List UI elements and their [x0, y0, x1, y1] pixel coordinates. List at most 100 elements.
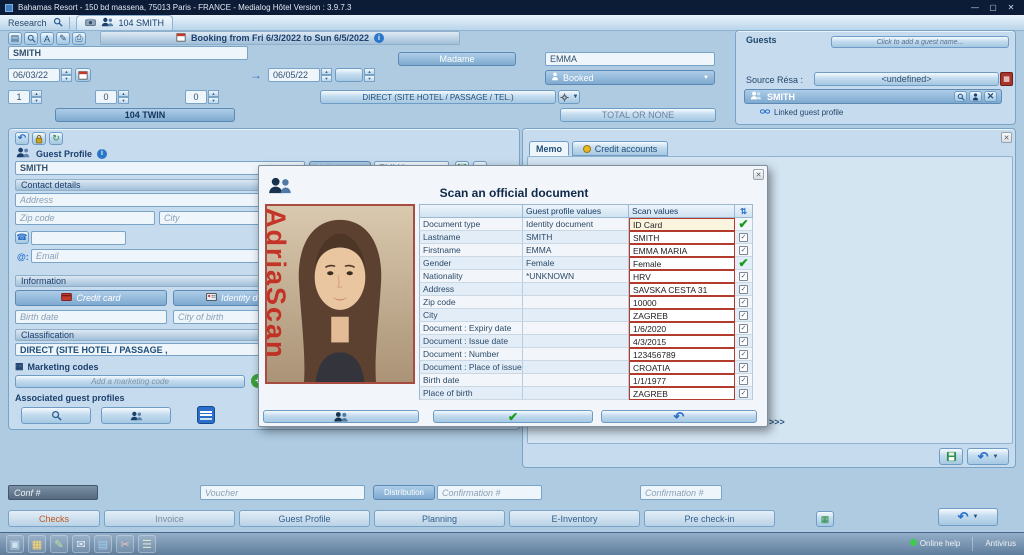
tab-memo[interactable]: Memo: [529, 141, 569, 156]
letter-button[interactable]: A: [40, 32, 54, 45]
adults-stepper[interactable]: ▲ ▼: [31, 90, 42, 104]
window-icon[interactable]: ▣: [6, 535, 24, 553]
add-guest-button[interactable]: Click to add a guest name...: [831, 36, 1009, 48]
accept-button[interactable]: ✔: [433, 410, 593, 423]
cancel-button[interactable]: ↶: [601, 410, 757, 423]
info-icon[interactable]: i: [374, 33, 385, 43]
scan-accept-toggle[interactable]: ✓: [735, 322, 753, 335]
notes-icon[interactable]: ✎: [50, 535, 68, 553]
confirmation-field[interactable]: Confirmation #: [437, 485, 542, 500]
children-stepper[interactable]: ▲ ▼: [118, 90, 129, 104]
calendar-icon[interactable]: ▦: [28, 535, 46, 553]
email-field[interactable]: Email: [31, 249, 259, 263]
booking-lastname-field[interactable]: SMITH: [8, 46, 248, 60]
children-field[interactable]: 0: [95, 90, 117, 104]
arrival-time-field[interactable]: [335, 68, 363, 82]
scan-accept-toggle[interactable]: ✓: [735, 270, 753, 283]
firstname-field[interactable]: EMMA: [545, 52, 715, 66]
nav-tab-e-inventory[interactable]: E-Inventory: [509, 510, 640, 527]
departure-date-field[interactable]: 06/05/22: [268, 68, 320, 82]
tab-credit-accounts[interactable]: Credit accounts: [572, 141, 668, 156]
antivirus-item[interactable]: Antivirus: [985, 539, 1016, 548]
refresh-button[interactable]: ↻: [49, 132, 63, 145]
online-help-item[interactable]: Online help: [909, 539, 960, 548]
scan-value-cell[interactable]: EMMA MARIA: [629, 244, 735, 257]
print-button[interactable]: ⎙: [72, 32, 86, 45]
rate-code-button[interactable]: DIRECT (SITE HOTEL / PASSAGE / TEL.): [320, 90, 556, 104]
source-resa-dropdown[interactable]: <undefined>: [814, 72, 999, 86]
memo-save-button[interactable]: [939, 448, 963, 465]
nav-tab-checks[interactable]: Checks: [8, 510, 100, 527]
distribution-button[interactable]: Distribution: [373, 485, 435, 500]
guest-profile-button[interactable]: [969, 91, 982, 102]
maximize-button[interactable]: ▢: [984, 2, 1002, 13]
scan-value-cell[interactable]: CROATIA: [629, 361, 735, 374]
source-resa-action-button[interactable]: ▦: [1000, 72, 1013, 86]
rescan-button[interactable]: [263, 410, 419, 423]
minimize-button[interactable]: —: [966, 2, 984, 13]
scan-accept-toggle[interactable]: ✓: [735, 244, 753, 257]
scan-accept-toggle[interactable]: ✓: [735, 283, 753, 296]
arrival-calendar-button[interactable]: [75, 68, 91, 82]
status-dropdown[interactable]: Booked ▼: [545, 70, 715, 85]
time-stepper[interactable]: ▲ ▼: [364, 68, 375, 82]
dialog-close-icon[interactable]: ✕: [753, 169, 764, 180]
arrival-date-field[interactable]: 06/03/22: [8, 68, 60, 82]
calculator-button[interactable]: ▤: [8, 32, 22, 45]
add-marketing-button[interactable]: Add a marketing code: [15, 375, 245, 388]
phone-field[interactable]: [31, 231, 126, 245]
babies-field[interactable]: 0: [185, 90, 207, 104]
sync-all-button[interactable]: ⇅: [735, 204, 753, 218]
quick-action-button[interactable]: ▦: [816, 511, 834, 527]
scan-value-cell[interactable]: 10000: [629, 296, 735, 309]
guest-search-button[interactable]: [954, 91, 967, 102]
memo-pager[interactable]: >>>: [769, 417, 785, 427]
classification-value[interactable]: DIRECT (SITE HOTEL / PASSAGE ,: [15, 343, 259, 356]
scan-value-cell[interactable]: 123456789: [629, 348, 735, 361]
total-button[interactable]: TOTAL OR NONE: [560, 108, 716, 122]
arrival-date-stepper[interactable]: ▲ ▼: [61, 68, 72, 82]
guest-remove-button[interactable]: ✕: [984, 91, 997, 102]
footer-undo-button[interactable]: ↶ ▼: [938, 508, 998, 526]
departure-date-stepper[interactable]: ▲ ▼: [321, 68, 332, 82]
rate-options-button[interactable]: ▼: [558, 90, 580, 104]
scan-accept-toggle[interactable]: ✓: [735, 374, 753, 387]
birth-date-field[interactable]: Birth date: [15, 310, 167, 324]
phone-icon[interactable]: ☎: [15, 231, 29, 244]
voucher-field[interactable]: Voucher: [200, 485, 365, 500]
stats-icon[interactable]: ▤: [94, 535, 112, 553]
cut-icon[interactable]: ✂: [116, 535, 134, 553]
associated-search-button[interactable]: [21, 407, 91, 424]
search-icon[interactable]: [53, 17, 63, 29]
nav-tab-pre-check-in[interactable]: Pre check-in: [644, 510, 775, 527]
scan-value-cell[interactable]: SAVSKA CESTA 31: [629, 283, 735, 296]
room-button[interactable]: 104 TWIN: [55, 108, 235, 122]
scan-value-cell[interactable]: ID Card: [629, 218, 735, 231]
scan-value-cell[interactable]: ZAGREB: [629, 309, 735, 322]
scan-value-cell[interactable]: HRV: [629, 270, 735, 283]
scan-value-cell[interactable]: Female: [629, 257, 735, 270]
nav-tab-invoice[interactable]: Invoice: [104, 510, 235, 527]
search-booking-button[interactable]: [24, 32, 38, 45]
scan-value-cell[interactable]: 1/6/2020: [629, 322, 735, 335]
adults-field[interactable]: 1: [8, 90, 30, 104]
scan-accept-toggle[interactable]: ✓: [735, 348, 753, 361]
scan-accept-toggle[interactable]: ✓: [735, 387, 753, 400]
scan-accept-toggle[interactable]: ✓: [735, 361, 753, 374]
scan-value-cell[interactable]: 4/3/2015: [629, 335, 735, 348]
room-tab[interactable]: 104 SMITH: [75, 15, 174, 30]
babies-stepper[interactable]: ▲ ▼: [208, 90, 219, 104]
memo-undo-button[interactable]: ↶ ▼: [967, 448, 1009, 465]
scan-accept-toggle[interactable]: ✓: [735, 309, 753, 322]
edit-button[interactable]: ✎: [56, 32, 70, 45]
panel-close-icon[interactable]: ✕: [1001, 132, 1012, 143]
scan-accept-toggle[interactable]: ✔: [735, 218, 753, 231]
nav-tab-planning[interactable]: Planning: [374, 510, 505, 527]
menu-icon[interactable]: ☰: [138, 535, 156, 553]
scan-value-cell[interactable]: 1/1/1977: [629, 374, 735, 387]
scan-accept-toggle[interactable]: ✓: [735, 335, 753, 348]
close-button[interactable]: ✕: [1002, 2, 1020, 13]
mail-icon[interactable]: ✉: [72, 535, 90, 553]
scan-value-cell[interactable]: SMITH: [629, 231, 735, 244]
confirmation-field-2[interactable]: Confirmation #: [640, 485, 722, 500]
